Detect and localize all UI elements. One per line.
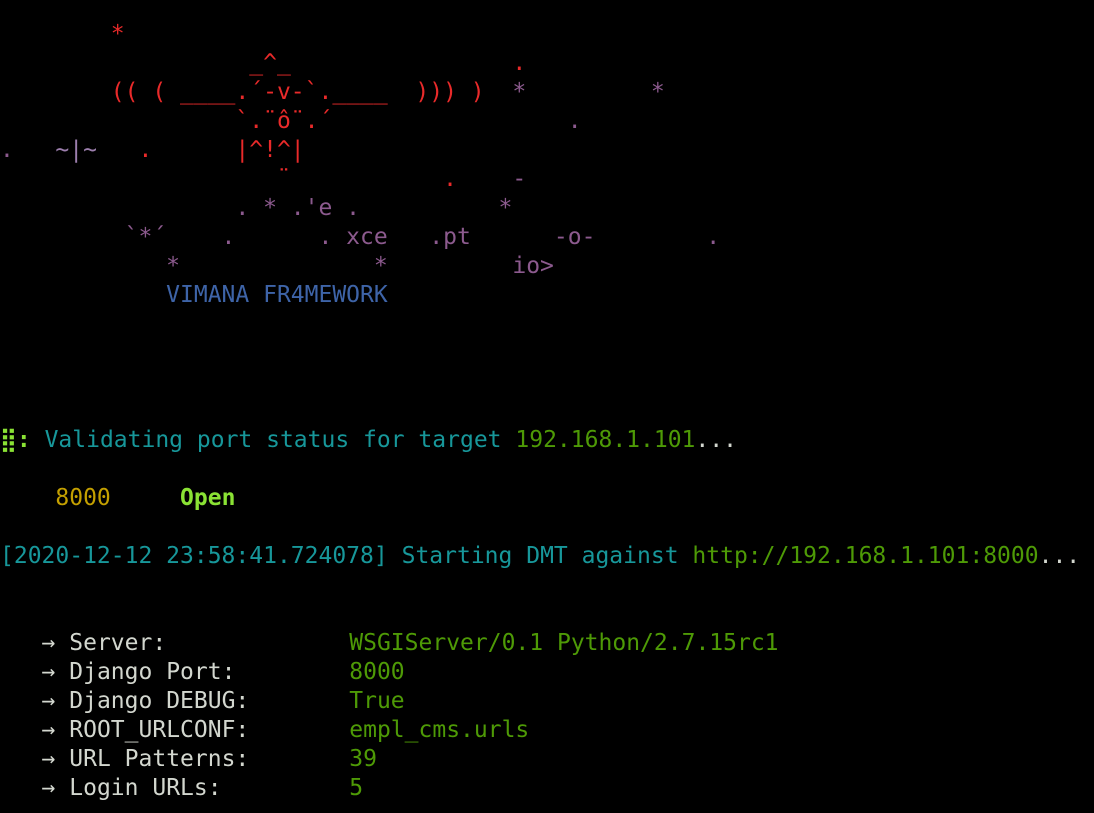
arrow-right-icon: →: [41, 630, 56, 656]
banner-title: VIMANA FR4MEWORK: [0, 282, 388, 308]
scan-text: Starting DMT against: [401, 543, 679, 569]
result-row: → Login URLs: 5: [0, 774, 364, 803]
result-value: True: [349, 688, 405, 714]
result-row: → URL Patterns: 39: [0, 745, 377, 774]
banner-art: .: [512, 50, 527, 76]
banner-art: (( ( ____.´-v-`.____ ))) ): [0, 79, 485, 105]
banner-art: _^_: [0, 50, 291, 76]
result-label: Login URLs:: [69, 775, 222, 801]
result-value: empl_cms.urls: [349, 717, 530, 743]
arrow-right-icon: →: [41, 659, 56, 685]
target-ip: 192.168.1.101: [515, 427, 696, 453]
port-status-line: 8000 Open: [0, 484, 235, 513]
scan-timestamp: [2020-12-12 23:58:41.724078]: [0, 543, 388, 569]
result-value: 5: [349, 775, 364, 801]
arrow-right-icon: →: [41, 746, 56, 772]
arrow-right-icon: →: [41, 688, 56, 714]
scan-ellipsis: ...: [1038, 543, 1081, 569]
banner-line: (( ( ____.´-v-`.____ ))) ) * *: [0, 78, 665, 107]
banner-line: `*´ . . xce .pt -o- .: [0, 223, 720, 252]
validation-line: ⣿: Validating port status for target 192…: [0, 426, 737, 455]
banner-line: ¨ . -: [0, 165, 526, 194]
banner-art: .: [332, 108, 582, 134]
banner-art: * * io>: [0, 253, 554, 279]
banner-art: `*´ . . xce .pt -o- .: [0, 224, 721, 250]
result-label: Django Port:: [69, 659, 236, 685]
banner-art: ~|~: [55, 137, 97, 163]
banner-line: VIMANA FR4MEWORK: [0, 281, 388, 310]
banner-line: * * io>: [0, 252, 554, 281]
banner-line: _^_ .: [0, 49, 526, 78]
arrow-right-icon: →: [41, 717, 56, 743]
result-value: 8000: [349, 659, 405, 685]
result-label: URL Patterns:: [69, 746, 250, 772]
banner-art: ¨: [0, 166, 291, 192]
result-label: ROOT_URLCONF:: [69, 717, 250, 743]
scan-url: http://192.168.1.101:8000: [692, 543, 1039, 569]
result-row: → Django DEBUG: True: [0, 687, 405, 716]
dots-grid-icon: ⣿:: [0, 427, 31, 453]
port-status-badge: Open: [180, 485, 236, 511]
scan-start-line: [2020-12-12 23:58:41.724078] Starting DM…: [0, 542, 1080, 571]
validation-ellipsis: ...: [695, 427, 737, 453]
result-label: Django DEBUG:: [69, 688, 250, 714]
banner-art: .: [290, 166, 457, 192]
banner-art: .: [0, 137, 56, 163]
banner-art: *: [0, 21, 125, 47]
banner-art: -: [456, 166, 527, 192]
banner-art: [291, 50, 513, 76]
banner-line: `.¨ô¨.´ .: [0, 107, 582, 136]
banner-art: . * .'e .: [0, 195, 361, 221]
banner-art: *: [360, 195, 513, 221]
banner-line: *: [0, 20, 125, 49]
banner-art: * *: [484, 79, 665, 105]
banner-art: . |^!^|: [96, 137, 305, 163]
validation-text: Validating port status for target: [44, 427, 502, 453]
result-row: → ROOT_URLCONF: empl_cms.urls: [0, 716, 530, 745]
port-number: 8000: [55, 485, 111, 511]
result-row: → Server: WSGIServer/0.1 Python/2.7.15rc1: [0, 629, 779, 658]
terminal-window[interactable]: * _^_ . (( ( ____.´-v-`.____ ))) ) * * `…: [0, 0, 1094, 813]
result-label: Server:: [69, 630, 167, 656]
banner-line: . ~|~ . |^!^|: [0, 136, 305, 165]
banner-art: `.¨ô¨.´: [0, 108, 333, 134]
arrow-right-icon: →: [41, 775, 56, 801]
result-row: → Django Port: 8000: [0, 658, 405, 687]
result-value: 39: [349, 746, 377, 772]
result-value: WSGIServer/0.1 Python/2.7.15rc1: [349, 630, 779, 656]
banner-line: . * .'e . *: [0, 194, 512, 223]
